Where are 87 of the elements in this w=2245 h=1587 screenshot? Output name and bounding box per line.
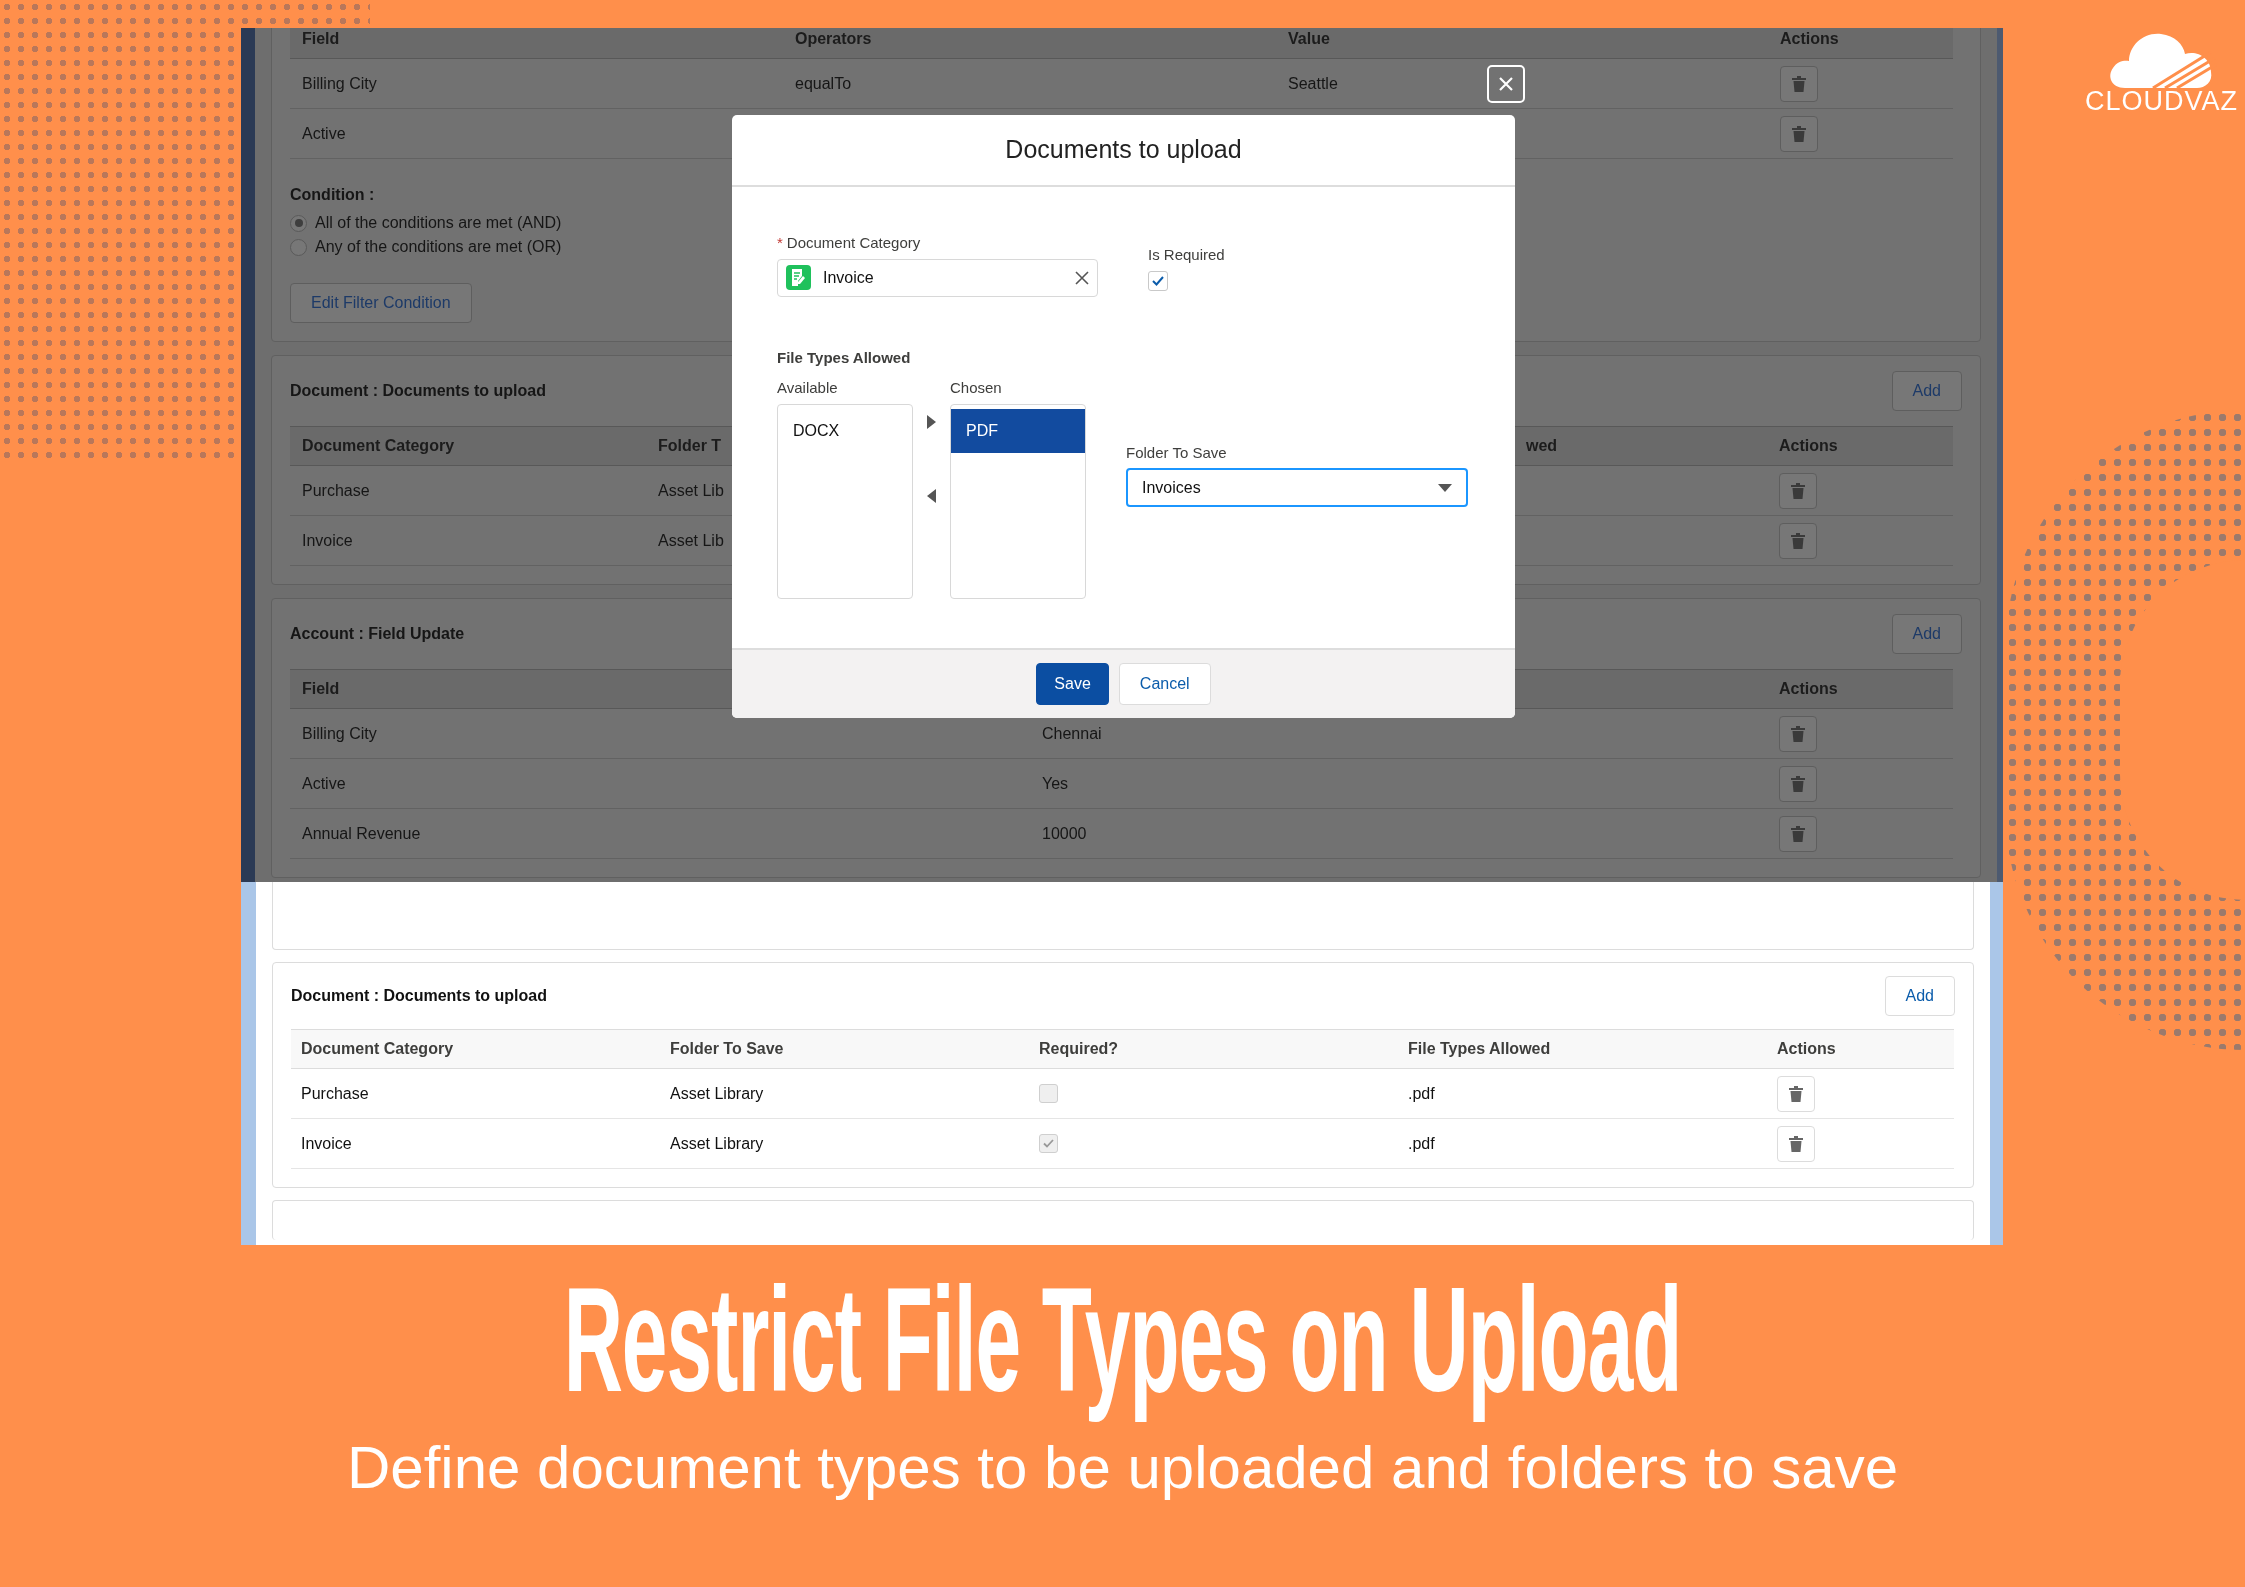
column-header: Field [302,29,340,49]
section-label: File Types Allowed [777,347,912,368]
table-cell-text: Purchase [301,1083,369,1104]
close-button[interactable] [1487,65,1525,103]
field-label: Is Required [1148,245,1225,265]
table-cell-text: Asset Lib [658,530,724,551]
table-cell-text: Seattle [1288,73,1338,94]
document-icon [786,265,811,290]
trash-icon [1791,775,1805,792]
table-cell-text: Billing City [302,73,377,94]
column-header: Folder To Save [670,1039,784,1059]
column-header: Actions [1780,29,1839,49]
table-cell-text: Active [302,123,346,144]
table-cell-text: Billing City [302,723,377,744]
add-button[interactable]: Add [1884,976,1955,1016]
table-cell-text: Invoice [302,530,353,551]
move-right-icon[interactable] [927,415,936,429]
table-cell-text: Yes [1042,773,1069,794]
column-header: Document Category [301,1039,454,1059]
table-cell-text: Asset Library [670,1083,764,1104]
delete-button[interactable] [1779,765,1817,802]
option-label: Any of the conditions are met (OR) [315,237,562,257]
delete-button[interactable] [1779,522,1817,559]
table-cell-text: .pdf [1408,1133,1435,1154]
column-header: Field [302,679,340,699]
column-header: Actions [1779,436,1838,456]
list-option[interactable]: PDF [951,408,1085,453]
delete-button[interactable] [1779,472,1817,509]
trash-icon [1791,482,1805,499]
column-header: Document Category [302,436,455,456]
table-cell-text: Chennai [1042,723,1102,744]
delete-button[interactable] [1779,815,1817,852]
delete-button[interactable] [1780,115,1818,152]
column-header: Required? [1039,1039,1119,1059]
list-option[interactable]: DOCX [778,408,912,453]
trash-icon [1791,532,1805,549]
column-header: Folder T [658,436,722,456]
table-cell-text: Invoice [301,1133,352,1154]
card-title: Document : Documents to upload [291,986,547,1006]
card-title: Account : Field Update [290,624,465,644]
option-label: All of the conditions are met (AND) [315,213,562,233]
column-header: Actions [1777,1039,1836,1059]
column-header: wed [1526,436,1558,456]
checkbox[interactable] [1148,270,1168,291]
table-cell-text: 10000 [1042,823,1087,844]
radio-button[interactable] [290,214,307,232]
card-title: Document : Documents to upload [290,381,546,401]
list-label: Chosen [950,378,1003,398]
column-header: Operators [795,29,872,49]
required-mark: * [777,233,783,253]
trash-icon [1792,125,1806,142]
check-icon [1152,275,1164,286]
field-label: Folder To Save [1126,442,1228,463]
trash-icon [1791,725,1805,742]
column-header: Actions [1779,679,1838,699]
trash-icon [1792,75,1806,92]
clear-icon[interactable] [1075,270,1089,285]
trash-icon [1789,1135,1803,1152]
move-left-icon[interactable] [927,489,936,503]
table-cell-text: Purchase [302,480,370,501]
save-button[interactable]: Save [1036,663,1109,705]
list-label: Available [777,378,839,398]
column-header: File Types Allowed [1408,1039,1551,1059]
table-cell-text: .pdf [1408,1083,1435,1104]
table-cell-text: equalTo [795,73,852,94]
trash-icon [1789,1085,1803,1102]
table-cell-text: Annual Revenue [302,823,421,844]
subtitle: Define document types to be uploaded and folders to save [346,1434,1898,1501]
table-cell-text: Active [302,773,346,794]
condition-label: Condition : [290,185,376,205]
lookup-field[interactable]: Invoice [777,258,1098,297]
logo-text: CLOUDVAZ [2085,88,2239,115]
column-header: Value [1288,29,1330,49]
delete-button[interactable] [1779,715,1817,752]
check-icon [1043,1139,1054,1148]
cancel-button[interactable]: Cancel [1118,663,1211,705]
folder-select[interactable]: Invoices [1126,468,1468,507]
caret-icon [1438,483,1452,492]
table-cell-text: Asset Library [670,1133,764,1154]
modal-title: Documents to upload [1005,134,1242,166]
headline: Restrict File Types on Upload [563,1256,1682,1424]
close-icon [1498,76,1514,92]
radio-button[interactable] [290,238,307,256]
table-cell-text: Asset Lib [658,480,724,501]
trash-icon [1791,825,1805,842]
field-label: Document Category [786,233,921,253]
delete-button[interactable] [1780,65,1818,102]
